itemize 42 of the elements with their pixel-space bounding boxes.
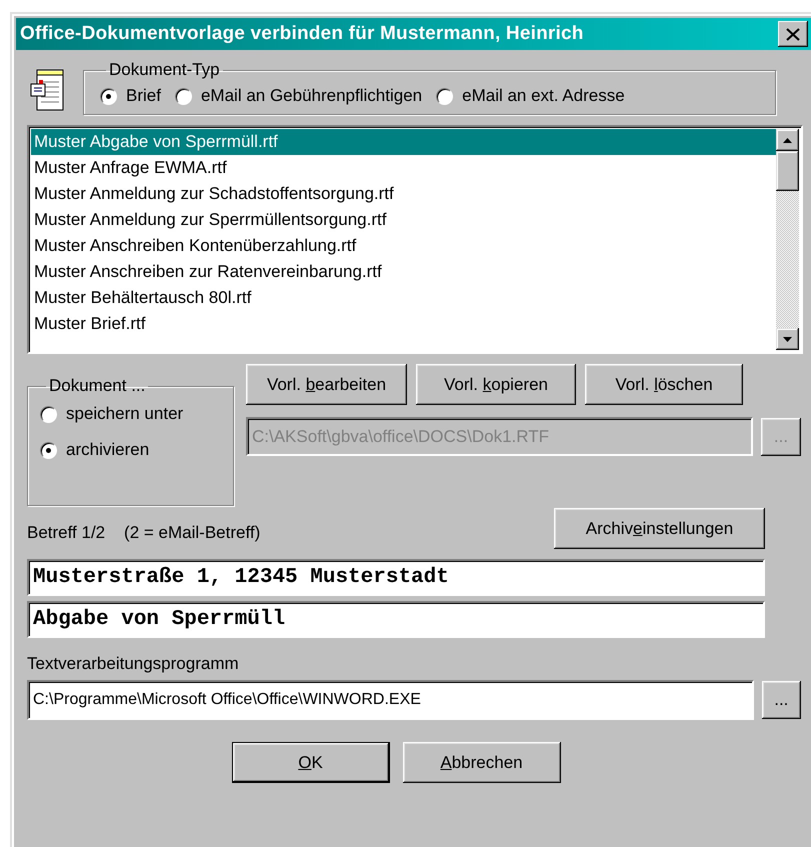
radio-button[interactable] — [174, 88, 192, 104]
down-arrow-icon — [783, 336, 792, 342]
radio-option[interactable]: archivieren — [40, 440, 221, 460]
radio-option[interactable]: eMail an ext. Adresse — [436, 86, 625, 106]
close-icon — [786, 28, 800, 40]
list-item[interactable]: Muster Brief.rtf — [31, 311, 776, 337]
notepad-icon — [29, 68, 65, 112]
subject-field[interactable]: Abgabe von Sperrmüll — [27, 601, 765, 638]
radio-button[interactable] — [436, 88, 454, 104]
radio-button[interactable] — [100, 88, 117, 104]
scroll-up-button[interactable] — [776, 129, 799, 151]
scroll-down-button[interactable] — [776, 328, 799, 350]
list-item[interactable]: Muster Behältertausch 80l.rtf — [31, 285, 776, 311]
list-item[interactable]: Muster Anmeldung zur Schadstoffentsorgung.rtf — [31, 181, 776, 207]
scrollbar[interactable] — [776, 129, 799, 350]
word-processor-path-field[interactable]: C:\Programme\Microsoft Office\Office\WINWORD.EXE — [27, 680, 754, 720]
subject-label: Betreff 1/2 (2 = eMail-Betreff) — [27, 523, 260, 543]
radio-button[interactable] — [40, 406, 57, 422]
list-item[interactable]: Muster Anmeldung zur Sperrmüllentsorgung.rtf — [31, 207, 776, 233]
list-item[interactable]: Muster Anfrage EWMA.rtf — [31, 155, 776, 181]
dialog-button[interactable]: Abbrechen — [402, 742, 560, 783]
list-item[interactable]: Muster Abgabe von Sperrmüll.rtf — [31, 129, 776, 155]
template-action-button[interactable]: Vorl. kopieren — [416, 364, 576, 405]
up-arrow-icon — [783, 138, 792, 142]
radio-option[interactable]: speichern unter — [40, 404, 221, 424]
window-title: Office-Dokumentvorlage verbinden für Mustermann, Heinrich — [20, 23, 584, 45]
browse-button[interactable]: ... — [762, 681, 801, 719]
word-processor-label: Textverarbeitungsprogramm — [27, 654, 239, 674]
template-action-button[interactable]: Vorl. löschen — [585, 364, 743, 405]
radio-option[interactable]: eMail an Gebührenpflichtigen — [174, 86, 422, 106]
dialog-button[interactable]: OK — [232, 742, 390, 783]
template-action-button[interactable]: Vorl. bearbeiten — [246, 364, 407, 405]
radio-button[interactable] — [40, 442, 57, 458]
radio-option[interactable]: Brief — [100, 86, 161, 106]
scroll-thumb[interactable] — [776, 151, 799, 191]
subject-field[interactable]: Musterstraße 1, 12345 Musterstadt — [27, 559, 765, 596]
list-item[interactable]: Muster Anschreiben Kontenüberzahlung.rtf — [31, 233, 776, 259]
close-button[interactable] — [778, 21, 808, 47]
list-item[interactable]: Muster Anschreiben zur Ratenvereinbarung.rtf — [31, 259, 776, 285]
group-label: Dokument ... — [48, 376, 146, 396]
archive-settings-button[interactable]: Archiveinstellungen — [554, 508, 765, 549]
group-label: Dokument-Typ — [108, 60, 221, 80]
